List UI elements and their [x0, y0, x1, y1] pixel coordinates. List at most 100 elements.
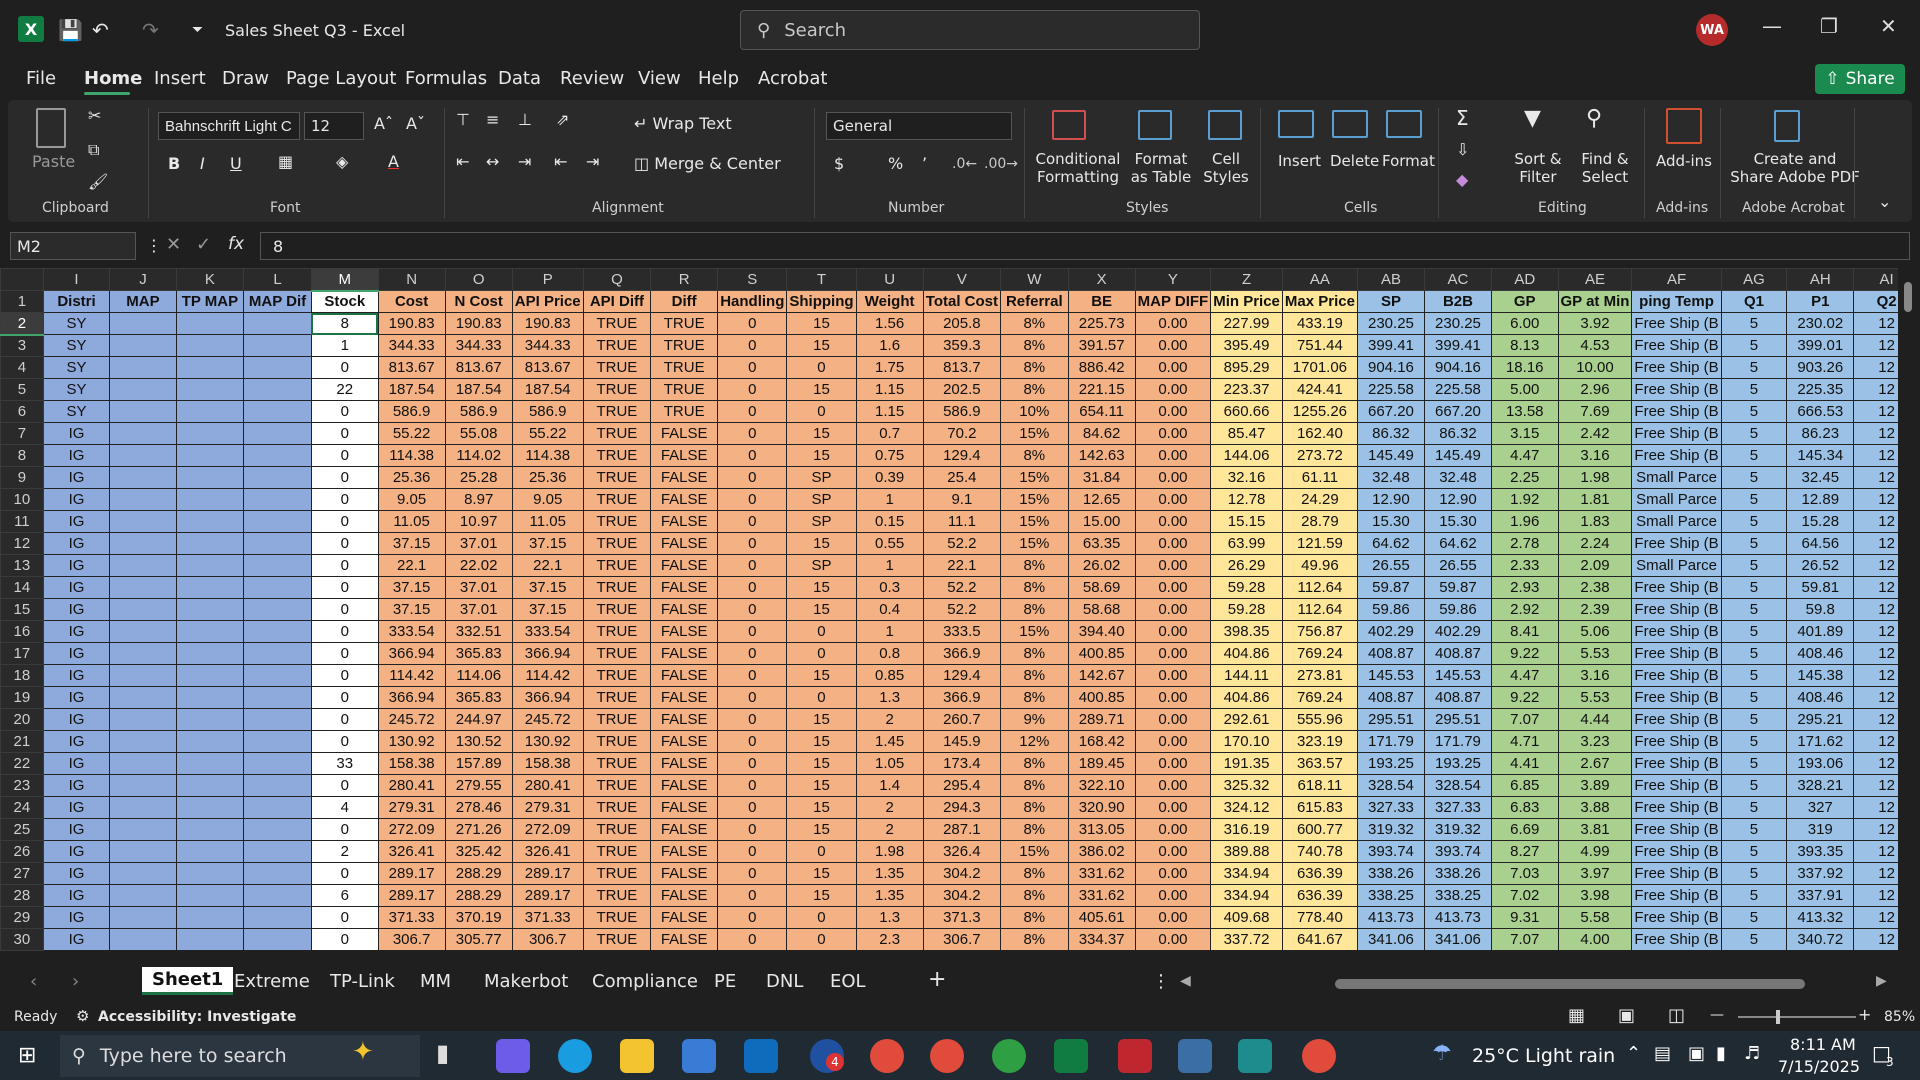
cell[interactable]: 63.35: [1067, 532, 1136, 555]
cell[interactable]: 86.32: [1356, 422, 1425, 445]
cell[interactable]: [243, 774, 312, 797]
cell[interactable]: 586.9: [444, 400, 513, 423]
cell[interactable]: 0.8: [855, 642, 924, 665]
cell[interactable]: Free Ship (B: [1631, 598, 1722, 621]
cell[interactable]: 399.41: [1423, 334, 1492, 357]
cell[interactable]: 306.7: [511, 928, 584, 951]
cell[interactable]: 386.02: [1067, 840, 1136, 863]
column-header-v[interactable]: V: [922, 268, 1001, 291]
cell[interactable]: 187.54: [377, 378, 446, 401]
cell[interactable]: TRUE: [582, 730, 652, 753]
cell[interactable]: [243, 708, 312, 731]
cell[interactable]: 0.00: [1134, 774, 1212, 797]
cell[interactable]: 190.83: [377, 312, 446, 335]
cell[interactable]: 8%: [999, 334, 1069, 357]
cell[interactable]: 5: [1720, 818, 1788, 841]
cell[interactable]: IG: [42, 730, 111, 753]
cell[interactable]: 15: [786, 752, 857, 775]
cell[interactable]: [243, 752, 312, 775]
cell[interactable]: [175, 818, 245, 841]
next-sheet-icon[interactable]: ›: [72, 971, 79, 992]
cell[interactable]: SY: [42, 378, 111, 401]
cell[interactable]: 5: [1720, 510, 1788, 533]
cell[interactable]: 0.00: [1134, 598, 1212, 621]
cell[interactable]: 15: [786, 708, 857, 731]
cell[interactable]: 190.83: [511, 312, 584, 335]
cell[interactable]: 15%: [999, 620, 1069, 643]
copy-icon[interactable]: ⧉: [88, 140, 99, 160]
align-bottom-icon[interactable]: ⊥: [518, 110, 532, 129]
chevron-up-icon[interactable]: ⌃: [1626, 1043, 1641, 1064]
cell[interactable]: 408.46: [1786, 686, 1855, 709]
cell[interactable]: TRUE: [582, 532, 652, 555]
cell[interactable]: Free Ship (B: [1631, 752, 1722, 775]
cell[interactable]: 273.81: [1281, 664, 1358, 687]
cell[interactable]: 1255.26: [1281, 400, 1358, 423]
cell[interactable]: 5.06: [1557, 620, 1633, 643]
font-color-icon[interactable]: A: [388, 152, 399, 171]
format-painter-icon[interactable]: 🖌: [88, 172, 108, 191]
cell[interactable]: 26.52: [1786, 554, 1855, 577]
cell[interactable]: 316.19: [1210, 818, 1283, 841]
cell[interactable]: 1.05: [855, 752, 924, 775]
cell[interactable]: 0.00: [1134, 906, 1212, 929]
cell[interactable]: 813.67: [444, 356, 513, 379]
cell[interactable]: 187.54: [444, 378, 513, 401]
cell[interactable]: TRUE: [650, 356, 719, 379]
cell[interactable]: [109, 686, 177, 709]
cell[interactable]: 0.85: [855, 664, 924, 687]
cell[interactable]: 1.75: [855, 356, 924, 379]
cell[interactable]: TRUE: [582, 312, 652, 335]
align-top-icon[interactable]: ⊤: [456, 110, 470, 129]
cell[interactable]: 1.98: [1557, 466, 1633, 489]
cell[interactable]: Small Parce: [1631, 488, 1722, 511]
cell[interactable]: 319.32: [1423, 818, 1492, 841]
cell[interactable]: [175, 422, 245, 445]
cell[interactable]: 2: [855, 796, 924, 819]
cell[interactable]: [243, 664, 312, 687]
column-title-cell[interactable]: Cost: [377, 290, 446, 313]
cell[interactable]: 5: [1720, 840, 1788, 863]
cell[interactable]: 26.55: [1423, 554, 1492, 577]
cell[interactable]: 327.33: [1423, 796, 1492, 819]
windows-start-icon[interactable]: ⊞: [18, 1043, 36, 1068]
column-title-cell[interactable]: GP: [1490, 290, 1559, 313]
cell[interactable]: 0: [717, 708, 788, 731]
cell[interactable]: 15: [786, 796, 857, 819]
create-share-pdf-button[interactable]: Create and Share Adobe PDF: [1730, 150, 1860, 186]
cell[interactable]: TRUE: [582, 906, 652, 929]
cell[interactable]: 28.79: [1281, 510, 1358, 533]
cell[interactable]: TRUE: [582, 422, 652, 445]
cell[interactable]: [243, 818, 312, 841]
cell[interactable]: 0: [310, 356, 379, 379]
cell[interactable]: [243, 576, 312, 599]
cell[interactable]: 4.47: [1490, 444, 1559, 467]
cell[interactable]: [243, 620, 312, 643]
cell[interactable]: 0.4: [855, 598, 924, 621]
decrease-indent-icon[interactable]: ⇤: [554, 152, 567, 171]
cell[interactable]: 205.8: [922, 312, 1001, 335]
cell[interactable]: 0: [310, 928, 379, 951]
cell[interactable]: [243, 598, 312, 621]
cell[interactable]: 0.00: [1134, 686, 1212, 709]
cell[interactable]: TRUE: [582, 598, 652, 621]
column-title-cell[interactable]: N Cost: [444, 290, 513, 313]
cell[interactable]: 15%: [999, 422, 1069, 445]
cell[interactable]: 334.94: [1210, 862, 1283, 885]
cell[interactable]: 2.24: [1557, 532, 1633, 555]
cell[interactable]: 0: [717, 840, 788, 863]
cell[interactable]: [109, 774, 177, 797]
cell[interactable]: 187.54: [511, 378, 584, 401]
cell[interactable]: 12%: [999, 730, 1069, 753]
cell[interactable]: 398.35: [1210, 620, 1283, 643]
cell[interactable]: 70.2: [922, 422, 1001, 445]
cell[interactable]: 1.6: [855, 334, 924, 357]
cell[interactable]: 129.4: [922, 664, 1001, 687]
cell[interactable]: 4.99: [1557, 840, 1633, 863]
cell[interactable]: 366.94: [377, 642, 446, 665]
cell[interactable]: 288.29: [444, 862, 513, 885]
cell[interactable]: 11.05: [377, 510, 446, 533]
cell[interactable]: [175, 488, 245, 511]
sheet-tab-makerbot[interactable]: Makerbot: [484, 971, 568, 992]
cell[interactable]: 0.00: [1134, 466, 1212, 489]
